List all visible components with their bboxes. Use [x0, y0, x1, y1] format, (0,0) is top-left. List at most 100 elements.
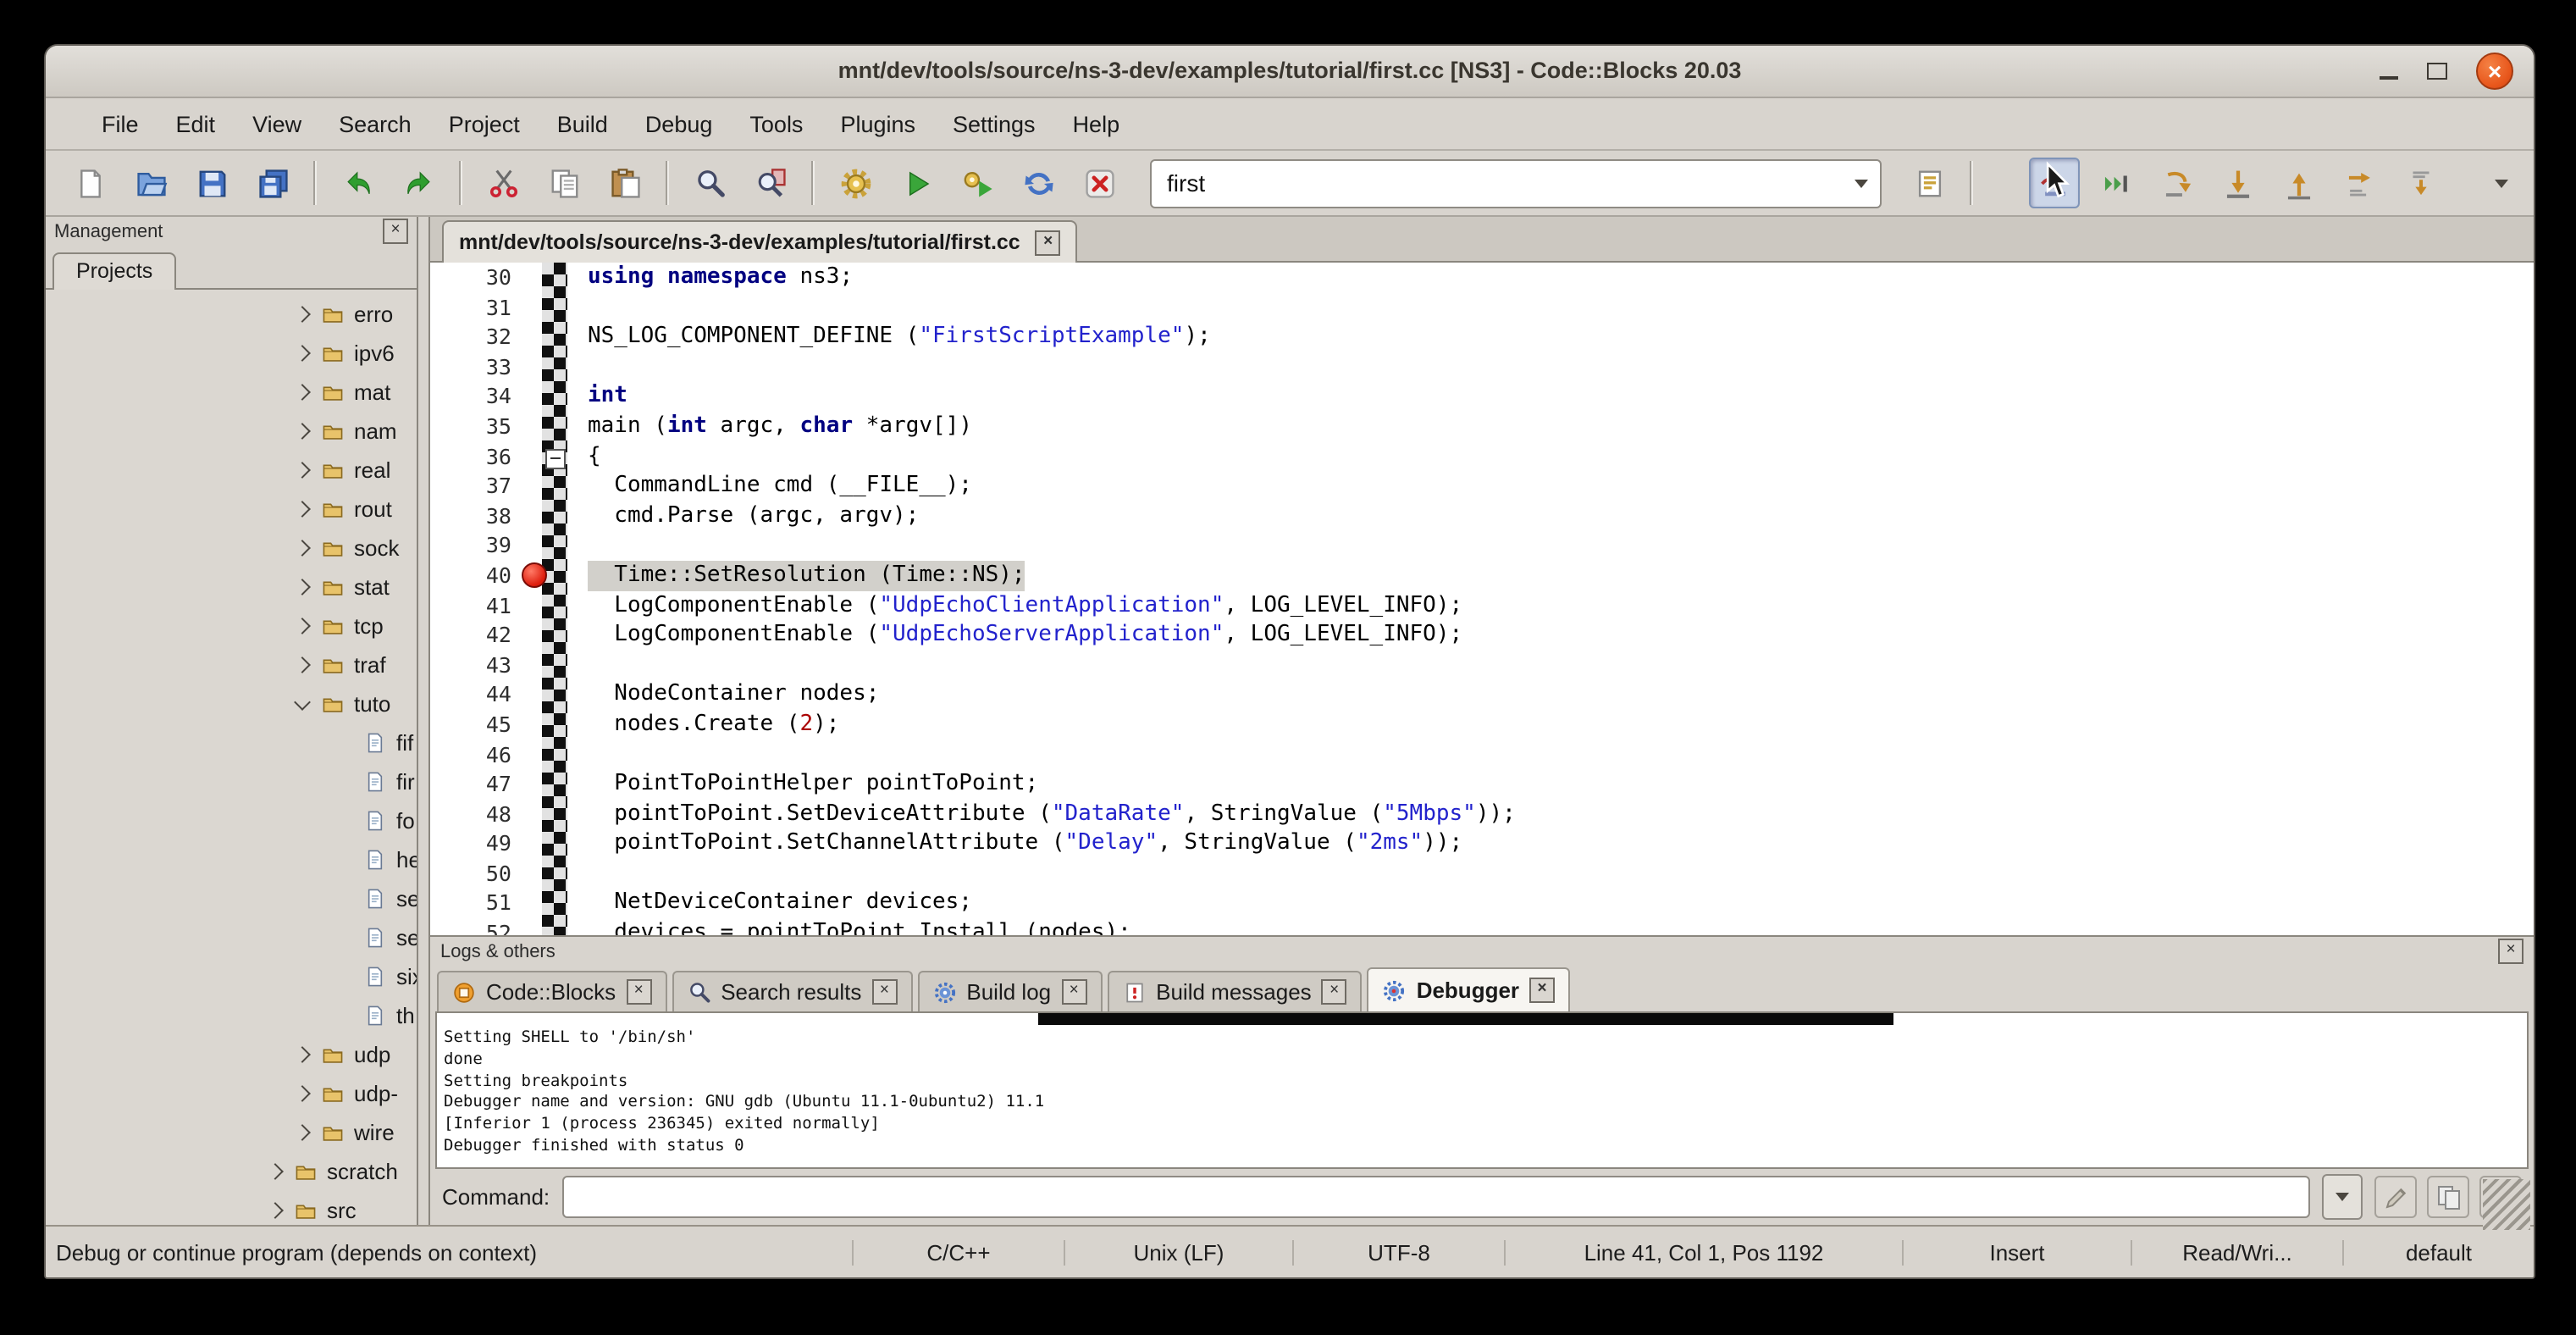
breakpoint-margin[interactable] — [518, 620, 549, 650]
find-button[interactable] — [684, 158, 735, 208]
close-file-icon[interactable]: × — [1036, 230, 1061, 255]
breakpoint-margin[interactable] — [518, 740, 549, 769]
line-number[interactable]: 50 — [430, 859, 518, 889]
line-number[interactable]: 36 — [430, 441, 518, 471]
tree-item-src[interactable]: src — [46, 1191, 417, 1225]
code-line[interactable]: 44 NodeContainer nodes; — [430, 680, 2534, 710]
debugger-output[interactable]: Setting SHELL to '/bin/sh'doneSetting br… — [435, 1011, 2529, 1169]
next-line-button[interactable] — [2151, 158, 2202, 208]
copy-command-button[interactable] — [2427, 1176, 2469, 1218]
undo-button[interactable] — [332, 158, 383, 208]
code-line[interactable]: 51 NetDeviceContainer devices; — [430, 889, 2534, 918]
tree-expand-chevron-icon[interactable] — [294, 345, 311, 362]
line-number[interactable]: 32 — [430, 322, 518, 352]
build-and-run-button[interactable] — [952, 158, 1003, 208]
close-tab-icon[interactable]: × — [626, 979, 651, 1005]
step-out-button[interactable] — [2273, 158, 2324, 208]
line-number[interactable]: 51 — [430, 889, 518, 918]
tree-item-mat[interactable]: mat — [46, 373, 417, 412]
breakpoint-margin[interactable] — [518, 859, 549, 889]
editor-file-tab[interactable]: mnt/dev/tools/source/ns-3-dev/examples/t… — [442, 220, 1078, 263]
build-button[interactable] — [830, 158, 881, 208]
code-line[interactable]: 40 Time::SetResolution (Time::NS); — [430, 561, 2534, 590]
close-logs-icon[interactable]: × — [2498, 939, 2523, 964]
line-number[interactable]: 41 — [430, 590, 518, 620]
debug-continue-button[interactable] — [2029, 158, 2080, 208]
close-tab-icon[interactable]: × — [1529, 978, 1555, 1003]
tree-item-sock[interactable]: sock — [46, 529, 417, 568]
code-line[interactable]: 52 devices = pointToPoint.Install (nodes… — [430, 918, 2534, 935]
line-number[interactable]: 49 — [430, 829, 518, 859]
breakpoint-margin[interactable] — [518, 352, 549, 382]
panel-splitter[interactable] — [418, 217, 430, 1225]
tree-expand-chevron-icon[interactable] — [294, 540, 311, 557]
breakpoint-margin[interactable] — [518, 292, 549, 322]
code-line[interactable]: 35main (int argc, char *argv[]) — [430, 412, 2534, 441]
code-line[interactable]: 47 PointToPointHelper pointToPoint; — [430, 769, 2534, 799]
tree-item-erro[interactable]: erro — [46, 295, 417, 334]
code-line[interactable]: 45 nodes.Create (2); — [430, 710, 2534, 740]
open-file-button[interactable] — [125, 158, 176, 208]
close-tab-icon[interactable]: × — [1061, 979, 1086, 1005]
menu-item-search[interactable]: Search — [320, 104, 430, 143]
new-file-button[interactable] — [64, 158, 115, 208]
code-line[interactable]: 33 — [430, 352, 2534, 382]
tree-expand-chevron-icon[interactable] — [294, 579, 311, 595]
logs-tab-debugger[interactable]: Debugger× — [1368, 967, 1570, 1011]
breakpoint-margin[interactable] — [518, 471, 549, 501]
menu-item-file[interactable]: File — [83, 104, 158, 143]
line-number[interactable]: 42 — [430, 620, 518, 650]
tree-item-udp[interactable]: udp- — [46, 1074, 417, 1113]
tree-item-fir[interactable]: fir — [46, 762, 417, 801]
logs-tab-build-messages[interactable]: Build messages× — [1107, 971, 1363, 1011]
tree-expand-chevron-icon[interactable] — [294, 423, 311, 440]
copy-button[interactable] — [539, 158, 589, 208]
step-into-button[interactable] — [2212, 158, 2263, 208]
line-number[interactable]: 44 — [430, 680, 518, 710]
tree-expand-chevron-icon[interactable] — [294, 501, 311, 518]
tree-item-udp[interactable]: udp — [46, 1035, 417, 1074]
tree-expand-chevron-icon[interactable] — [294, 618, 311, 634]
breakpoint-margin[interactable] — [518, 322, 549, 352]
tree-expand-chevron-icon[interactable] — [294, 1046, 311, 1063]
tree-expand-chevron-icon[interactable] — [294, 306, 311, 323]
breakpoint-margin[interactable] — [518, 561, 549, 590]
breakpoint-margin[interactable] — [518, 829, 549, 859]
run-button[interactable] — [891, 158, 942, 208]
minimize-icon[interactable] — [2380, 76, 2398, 80]
paste-button[interactable] — [600, 158, 650, 208]
code-line[interactable]: 39 — [430, 531, 2534, 561]
tree-item-ipv6[interactable]: ipv6 — [46, 334, 417, 373]
code-line[interactable]: 31 — [430, 292, 2534, 322]
menu-item-build[interactable]: Build — [539, 104, 627, 143]
code-line[interactable]: 42 LogComponentEnable ("UdpEchoServerApp… — [430, 620, 2534, 650]
breakpoint-margin[interactable] — [518, 382, 549, 412]
tree-item-traf[interactable]: traf — [46, 645, 417, 684]
tree-expand-chevron-icon[interactable] — [294, 462, 311, 479]
line-number[interactable]: 48 — [430, 799, 518, 828]
tree-item-real[interactable]: real — [46, 451, 417, 490]
breakpoint-margin[interactable] — [518, 441, 549, 471]
code-editor[interactable]: 30using namespace ns3;3132NS_LOG_COMPONE… — [430, 263, 2534, 935]
line-number[interactable]: 45 — [430, 710, 518, 740]
menu-item-view[interactable]: View — [234, 104, 320, 143]
line-number[interactable]: 31 — [430, 292, 518, 322]
rebuild-button[interactable] — [1013, 158, 1064, 208]
menu-item-project[interactable]: Project — [430, 104, 539, 143]
abort-build-button[interactable] — [1074, 158, 1125, 208]
line-number[interactable]: 43 — [430, 650, 518, 679]
tree-collapse-chevron-icon[interactable] — [294, 693, 311, 710]
line-number[interactable]: 34 — [430, 382, 518, 412]
edit-command-button[interactable] — [2374, 1176, 2417, 1218]
tree-expand-chevron-icon[interactable] — [267, 1163, 284, 1180]
code-line[interactable]: 43 — [430, 650, 2534, 679]
breakpoint-margin[interactable] — [518, 263, 549, 292]
tree-item-wire[interactable]: wire — [46, 1113, 417, 1152]
save-all-button[interactable] — [247, 158, 298, 208]
line-number[interactable]: 35 — [430, 412, 518, 441]
menu-item-tools[interactable]: Tools — [731, 104, 821, 143]
line-number[interactable]: 52 — [430, 918, 518, 935]
close-icon[interactable] — [2476, 53, 2513, 90]
menu-item-edit[interactable]: Edit — [158, 104, 235, 143]
toolbar-overflow-chevron-icon[interactable] — [2483, 161, 2520, 205]
